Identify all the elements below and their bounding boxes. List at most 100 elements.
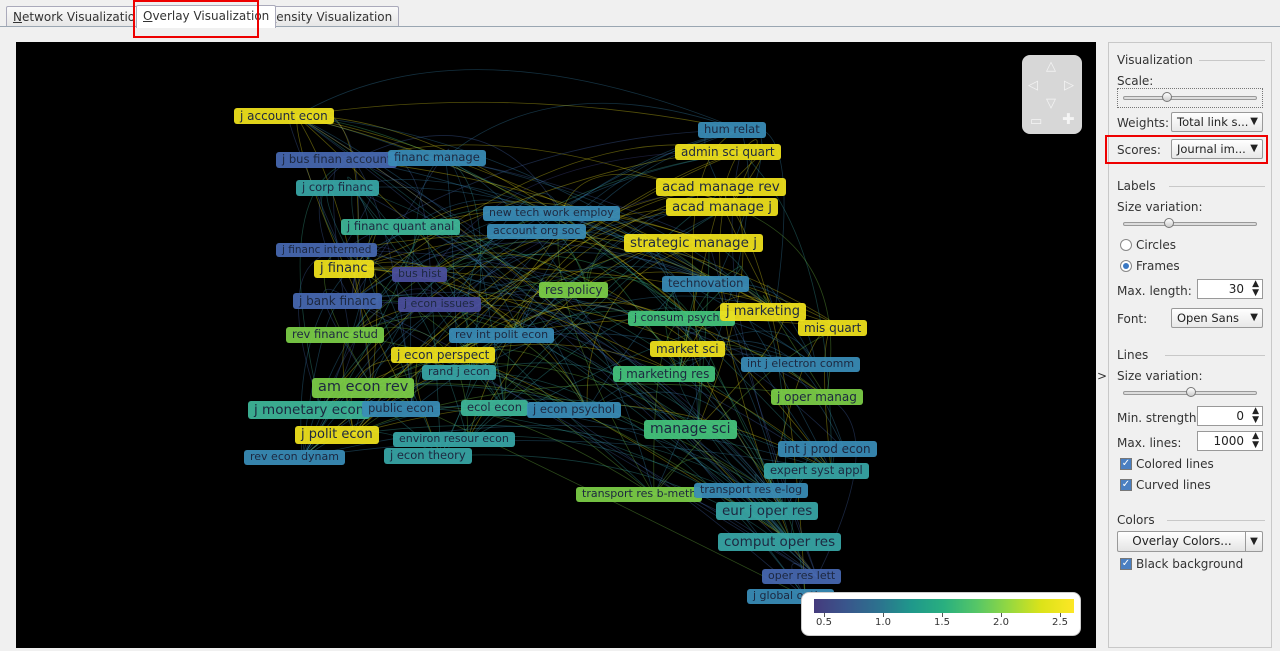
tab-overlay-visualization[interactable]: Overlay Visualization <box>136 5 277 28</box>
pan-up-icon[interactable]: △ <box>1046 60 1056 73</box>
pan-right-icon[interactable]: ▷ <box>1064 79 1074 92</box>
section-title-labels: Labels <box>1117 179 1156 193</box>
node-label[interactable]: j financ intermed <box>276 243 378 258</box>
font-select[interactable]: Open Sans ▼ <box>1171 308 1263 328</box>
labels-size-slider-knob[interactable] <box>1164 218 1174 228</box>
node-label[interactable]: account org soc <box>487 224 587 239</box>
node-label[interactable]: j bank financ <box>293 293 383 310</box>
node-label[interactable]: comput oper res <box>718 533 842 552</box>
tab-network-label: etwork Visualization <box>21 10 143 24</box>
node-label[interactable]: int j electron comm <box>741 357 861 372</box>
tab-network-mnemonic: N <box>13 10 22 24</box>
collapse-panel-icon[interactable]: > <box>1097 369 1107 383</box>
scale-slider-knob[interactable] <box>1162 92 1172 102</box>
lines-size-slider-knob[interactable] <box>1186 387 1196 397</box>
node-label[interactable]: j marketing <box>720 303 806 321</box>
zoom-pan-control[interactable]: △ ◁ ▷ ▽ ▭ ✚ <box>1022 55 1082 134</box>
tab-density-visualization[interactable]: Density Visualization <box>260 6 400 27</box>
node-label[interactable]: j econ issues <box>398 297 481 312</box>
node-label[interactable]: j corp financ <box>296 180 380 196</box>
max-length-spinner[interactable]: 30 ▲ ▼ <box>1197 279 1263 299</box>
node-label[interactable]: acad manage j <box>666 198 778 217</box>
node-label[interactable]: technovation <box>662 276 750 292</box>
zoom-in-icon[interactable]: ✚ <box>1062 112 1075 127</box>
frames-radio[interactable] <box>1120 260 1132 272</box>
link-line <box>296 69 742 131</box>
node-label[interactable]: j account econ <box>234 108 334 125</box>
labels-size-variation-label: Size variation: <box>1117 200 1203 214</box>
overlay-colors-button[interactable]: Overlay Colors... ▼ <box>1117 531 1263 552</box>
node-label[interactable]: admin sci quart <box>675 144 781 161</box>
weights-select[interactable]: Total link s... ▼ <box>1171 112 1263 132</box>
node-label[interactable]: oper res lett <box>762 569 842 584</box>
lines-size-slider[interactable] <box>1123 387 1257 397</box>
link-line <box>302 425 832 472</box>
node-label[interactable]: j polit econ <box>295 426 379 444</box>
black-background-label: Black background <box>1136 557 1244 571</box>
tab-network-visualization[interactable]: Network Visualization <box>6 6 150 27</box>
labels-size-slider[interactable] <box>1123 218 1257 228</box>
node-label[interactable]: rev financ stud <box>286 327 384 343</box>
node-label[interactable]: transport res b-meth <box>576 487 703 502</box>
pan-down-icon[interactable]: ▽ <box>1046 97 1056 110</box>
node-label[interactable]: transport res e-log <box>694 483 809 498</box>
node-label[interactable]: j econ psychol <box>527 402 622 418</box>
scores-label: Scores: <box>1117 143 1161 157</box>
node-label[interactable]: financ manage <box>388 150 486 166</box>
pan-left-icon[interactable]: ◁ <box>1028 79 1038 92</box>
node-label[interactable]: new tech work employ <box>483 206 620 221</box>
chevron-down-icon: ▼ <box>1250 116 1258 127</box>
node-label[interactable]: rev econ dynam <box>244 450 345 465</box>
colored-lines-checkbox[interactable]: ✓ <box>1120 458 1132 470</box>
node-label[interactable]: j econ perspect <box>391 347 496 364</box>
circles-label: Circles <box>1136 238 1176 252</box>
max-lines-label: Max. lines: <box>1117 436 1182 450</box>
node-label[interactable]: rand j econ <box>422 365 496 380</box>
spinner-arrows-icon[interactable]: ▲ ▼ <box>1252 280 1259 298</box>
node-label[interactable]: j monetary econ <box>248 401 371 420</box>
node-label[interactable]: res policy <box>539 282 609 299</box>
frames-label: Frames <box>1136 259 1180 273</box>
legend-tick-label: 2.0 <box>993 617 1009 628</box>
node-label[interactable]: j financ quant anal <box>341 219 461 235</box>
legend-tick-label: 2.5 <box>1052 617 1068 628</box>
max-lines-spinner[interactable]: 1000 ▲ ▼ <box>1197 431 1263 451</box>
tab-density-label: ensity Visualization <box>276 10 393 24</box>
node-label[interactable]: j econ theory <box>384 448 472 464</box>
spinner-arrows-icon[interactable]: ▲ ▼ <box>1252 407 1259 425</box>
circles-radio[interactable] <box>1120 239 1132 251</box>
node-label[interactable]: j financ <box>314 260 374 278</box>
node-label[interactable]: public econ <box>362 401 440 417</box>
node-label[interactable]: eur j oper res <box>716 502 819 521</box>
node-label[interactable]: market sci <box>650 341 725 358</box>
min-strength-label: Min. strength: <box>1117 411 1201 425</box>
min-strength-spinner[interactable]: 0 ▲ ▼ <box>1197 406 1263 426</box>
spinner-arrows-icon[interactable]: ▲ ▼ <box>1252 432 1259 450</box>
node-label[interactable]: j oper manag <box>771 389 863 406</box>
node-label[interactable]: int j prod econ <box>778 441 877 458</box>
weights-select-value: Total link s... <box>1177 115 1249 129</box>
curved-lines-checkbox[interactable]: ✓ <box>1120 479 1132 491</box>
node-label[interactable]: j marketing res <box>613 366 716 383</box>
zoom-out-icon[interactable]: ▭ <box>1030 115 1042 128</box>
node-label[interactable]: rev int polit econ <box>449 328 555 343</box>
chevron-down-icon: ▼ <box>1250 143 1258 154</box>
node-label[interactable]: bus hist <box>392 267 448 282</box>
chevron-down-icon[interactable]: ▼ <box>1245 532 1262 551</box>
section-divider <box>1165 355 1265 356</box>
node-label[interactable]: ecol econ <box>461 400 529 416</box>
node-label[interactable]: environ resour econ <box>393 432 515 447</box>
scores-select[interactable]: Journal im... ▼ <box>1171 139 1263 159</box>
node-label[interactable]: mis quart <box>798 320 868 337</box>
node-label[interactable]: acad manage rev <box>656 178 786 197</box>
node-label[interactable]: j bus finan account <box>276 152 398 168</box>
map-canvas[interactable]: j account econ j bus finan account financ … <box>16 42 1096 648</box>
node-label[interactable]: manage sci <box>644 420 737 439</box>
min-strength-value: 0 <box>1236 409 1244 423</box>
node-label[interactable]: am econ rev <box>312 378 415 398</box>
node-label[interactable]: strategic manage j <box>624 234 763 253</box>
black-background-checkbox[interactable]: ✓ <box>1120 558 1132 570</box>
scale-slider[interactable] <box>1123 92 1257 102</box>
node-label[interactable]: hum relat <box>698 122 766 138</box>
node-label[interactable]: expert syst appl <box>764 463 869 479</box>
